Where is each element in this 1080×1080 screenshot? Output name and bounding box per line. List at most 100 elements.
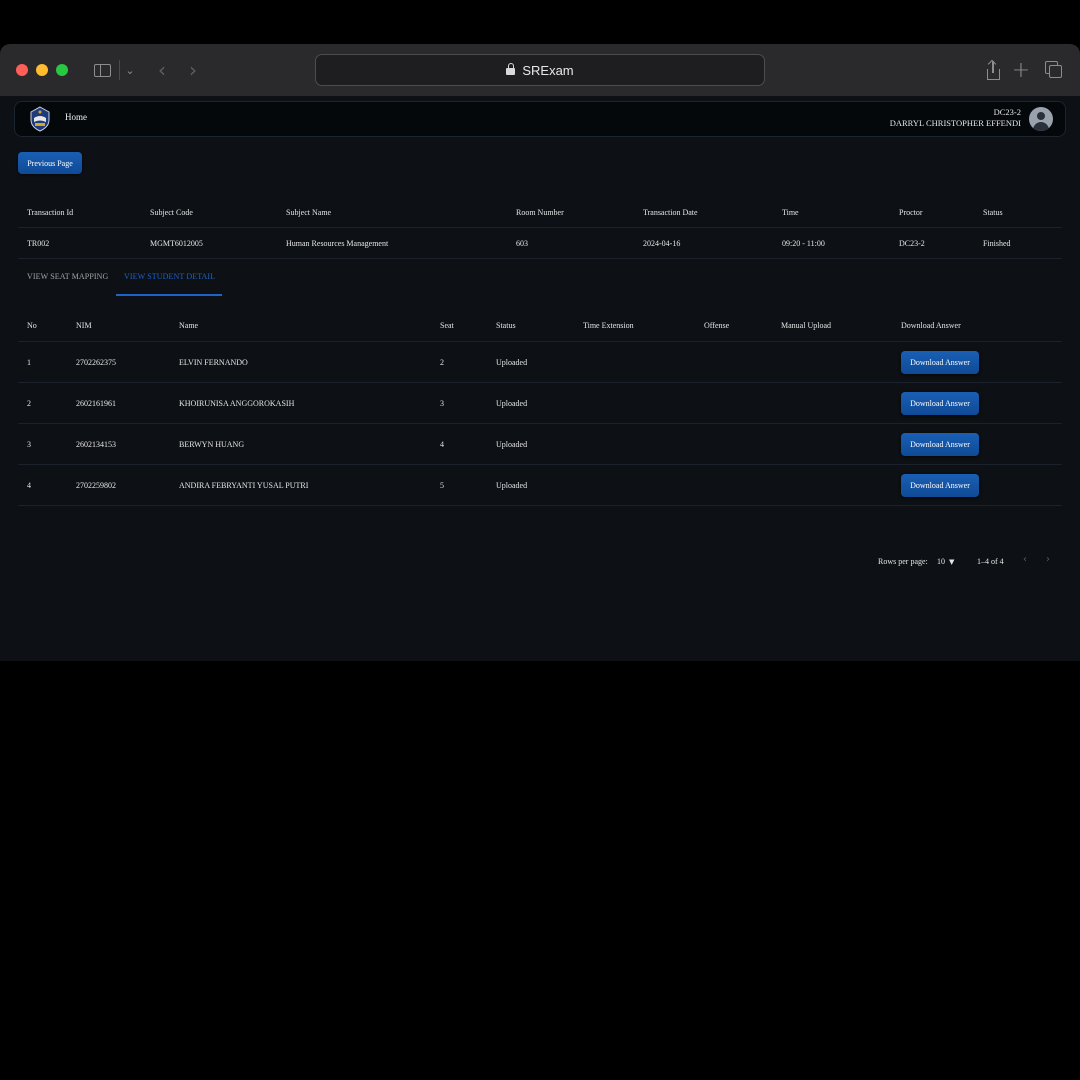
transaction-id: TR002 [18,227,141,259]
column-header: Status [974,197,1062,228]
column-header: Download Answer [892,309,1062,342]
tab-view-student-detail[interactable]: VIEW STUDENT DETAIL [116,272,222,296]
avatar-icon[interactable] [1029,107,1053,131]
minimize-window-button[interactable] [36,64,48,76]
student-status: Uploaded [487,382,574,424]
address-bar[interactable]: SRExam [315,54,765,86]
student-manual-upload [772,341,892,383]
download-cell: Download Answer [892,341,1062,383]
lock-icon [506,63,516,75]
column-header: Time [773,197,890,228]
student-name: ELVIN FERNANDO [170,341,431,383]
download-answer-button[interactable]: Download Answer [901,432,979,456]
student-time-extension [574,464,695,506]
student-manual-upload [772,464,892,506]
home-link[interactable]: Home [65,112,87,122]
student-header-row: No NIM Name Seat Status Time Extension O… [18,309,1062,342]
student-nim: 2602161961 [67,382,170,424]
column-header: Manual Upload [772,309,892,342]
download-cell: Download Answer [892,382,1062,424]
page-content: Home DC23-2 DARRYL CHRISTOPHER EFFENDI P… [0,96,1080,661]
student-nim: 2702259802 [67,464,170,506]
pagination-range: 1–4 of 4 [977,557,1004,566]
browser-titlebar: ⌄ ‹ › SRExam + [0,44,1080,96]
rows-per-page-select[interactable]: 10 [937,557,945,566]
student-time-extension [574,341,695,383]
student-nim: 2702262375 [67,341,170,383]
user-code: DC23-2 [993,107,1021,117]
student-status: Uploaded [487,464,574,506]
student-seat: 2 [431,341,487,383]
transaction-header-row: Transaction Id Subject Code Subject Name… [18,197,1062,228]
chevron-right-icon[interactable]: › [1046,554,1050,565]
column-header: Seat [431,309,487,342]
time: 09:20 - 11:00 [773,227,890,259]
column-header: Subject Code [141,197,277,228]
column-header: Room Number [507,197,634,228]
table-row: 1 2702262375 ELVIN FERNANDO 2 Uploaded D… [18,341,1062,383]
student-name: ANDIRA FEBRYANTI YUSAL PUTRI [170,464,431,506]
table-row: 3 2602134153 BERWYN HUANG 4 Uploaded Dow… [18,423,1062,465]
transaction-table: Transaction Id Subject Code Subject Name… [18,197,1062,259]
transaction-date: 2024-04-16 [634,227,773,259]
student-offense [695,341,772,383]
student-status: Uploaded [487,341,574,383]
back-icon[interactable]: ‹ [152,58,172,82]
student-time-extension [574,423,695,465]
user-name: DARRYL CHRISTOPHER EFFENDI [889,118,1021,128]
student-time-extension [574,382,695,424]
caret-down-icon[interactable]: ▼ [949,558,954,566]
chevron-left-icon[interactable]: ‹ [1023,554,1027,565]
table-row: 4 2702259802 ANDIRA FEBRYANTI YUSAL PUTR… [18,464,1062,506]
student-offense [695,464,772,506]
address-text: SRExam [522,62,574,78]
column-header: Subject Name [277,197,507,228]
university-logo-icon[interactable] [29,106,51,132]
download-answer-button[interactable]: Download Answer [901,473,979,497]
student-no: 1 [18,341,67,383]
room-number: 603 [507,227,634,259]
student-table: No NIM Name Seat Status Time Extension O… [18,309,1062,506]
subject-name: Human Resources Management [277,227,507,259]
app-bar: Home DC23-2 DARRYL CHRISTOPHER EFFENDI [14,101,1066,137]
student-name: BERWYN HUANG [170,423,431,465]
status: Finished [974,227,1062,259]
column-header: Name [170,309,431,342]
student-seat: 3 [431,382,487,424]
toolbar-divider [119,60,120,80]
column-header: Status [487,309,574,342]
student-seat: 4 [431,423,487,465]
tabs-icon[interactable] [1042,58,1062,82]
student-nim: 2602134153 [67,423,170,465]
zoom-window-button[interactable] [56,64,68,76]
chevron-down-icon[interactable]: ⌄ [123,58,137,82]
previous-page-button[interactable]: Previous Page [18,152,82,174]
column-header: NIM [67,309,170,342]
download-answer-button[interactable]: Download Answer [901,350,979,374]
student-no: 3 [18,423,67,465]
student-name: KHOIRUNISA ANGGOROKASIH [170,382,431,424]
student-no: 4 [18,464,67,506]
proctor: DC23-2 [890,227,974,259]
student-manual-upload [772,382,892,424]
subject-code: MGMT6012005 [141,227,277,259]
column-header: No [18,309,67,342]
download-cell: Download Answer [892,423,1062,465]
share-icon[interactable] [983,58,1003,82]
forward-icon[interactable]: › [183,58,203,82]
download-cell: Download Answer [892,464,1062,506]
tab-view-seat-mapping[interactable]: VIEW SEAT MAPPING [27,272,108,296]
student-status: Uploaded [487,423,574,465]
close-window-button[interactable] [16,64,28,76]
student-seat: 5 [431,464,487,506]
sidebar-icon[interactable] [90,58,114,82]
column-header: Proctor [890,197,974,228]
column-header: Offense [695,309,772,342]
column-header: Time Extension [574,309,695,342]
student-offense [695,382,772,424]
student-offense [695,423,772,465]
rows-per-page-label: Rows per page: [878,557,928,566]
student-no: 2 [18,382,67,424]
download-answer-button[interactable]: Download Answer [901,391,979,415]
plus-icon[interactable]: + [1011,58,1031,83]
